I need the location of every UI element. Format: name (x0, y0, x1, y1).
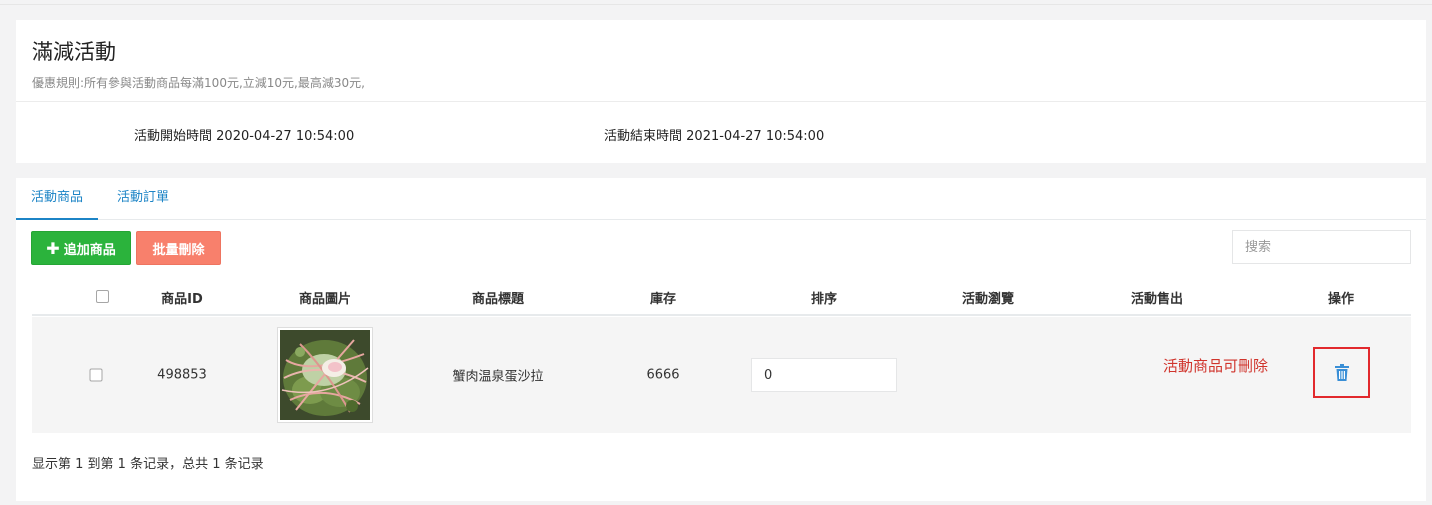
delete-annotation: 活動商品可刪除 (1163, 357, 1269, 375)
column-header-id: 商品ID (161, 292, 203, 307)
column-header-image: 商品圖片 (298, 292, 352, 307)
table-row: 498853 蟹肉温泉蛋沙拉 6666 0 活動商品可刪除 (32, 317, 1411, 433)
end-time: 活動結束時間 2021-04-27 10:54:00 (604, 125, 824, 144)
tab-activity-orders[interactable]: 活動訂單 (102, 178, 184, 220)
activity-header-panel: 滿減活動 優惠規則:所有參與活動商品每滿100元,立減10元,最高減30元, 活… (16, 20, 1426, 163)
add-product-button[interactable]: ✚ 追加商品 (31, 231, 131, 265)
activity-content-panel: 活動商品 活動訂單 ✚ 追加商品 批量刪除 商品ID 商品圖片 商品標題 庫存 … (16, 178, 1426, 501)
column-header-stock: 庫存 (649, 292, 677, 307)
column-header-sort: 排序 (810, 292, 838, 307)
divider (16, 101, 1426, 102)
tab-bar: 活動商品 活動訂單 (16, 178, 1426, 220)
crab-salad-image (277, 327, 373, 423)
top-edge (0, 0, 1432, 5)
column-header-title: 商品標題 (471, 292, 525, 307)
product-stock: 6666 (646, 367, 680, 383)
select-all-checkbox[interactable] (96, 290, 109, 303)
column-header-views: 活動瀏覽 (961, 292, 1015, 307)
plus-icon: ✚ (46, 238, 60, 258)
start-time-value: 2020-04-27 10:54:00 (216, 129, 355, 144)
discount-rule: 優惠規則:所有參與活動商品每滿100元,立減10元,最高減30元, (32, 76, 365, 90)
end-time-value: 2021-04-27 10:54:00 (686, 129, 825, 144)
product-title: 蟹肉温泉蛋沙拉 (452, 369, 544, 385)
batch-delete-button[interactable]: 批量刪除 (136, 231, 221, 265)
row-checkbox[interactable] (89, 368, 103, 382)
trash-icon[interactable] (1334, 364, 1349, 381)
sort-cell (751, 358, 897, 392)
search-input[interactable] (1232, 230, 1411, 264)
column-header-sold: 活動售出 (1130, 292, 1184, 307)
end-time-label: 活動結束時間 (604, 129, 683, 144)
column-header-actions: 操作 (1327, 292, 1355, 307)
pagination-summary: 显示第 1 到第 1 条记录，总共 1 条记录 (32, 457, 264, 472)
delete-action-highlight (1313, 347, 1370, 398)
tab-activity-products[interactable]: 活動商品 (16, 178, 99, 220)
sort-input[interactable] (751, 358, 897, 392)
product-image (277, 327, 373, 423)
start-time: 活動開始時間 2020-04-27 10:54:00 (134, 125, 354, 144)
add-product-label: 追加商品 (63, 242, 116, 258)
product-id: 498853 (157, 367, 207, 383)
page-title: 滿減活動 (32, 40, 116, 64)
start-time-label: 活動開始時間 (134, 129, 213, 144)
table-header: 商品ID 商品圖片 商品標題 庫存 排序 活動瀏覽 活動售出 操作 (32, 278, 1411, 316)
